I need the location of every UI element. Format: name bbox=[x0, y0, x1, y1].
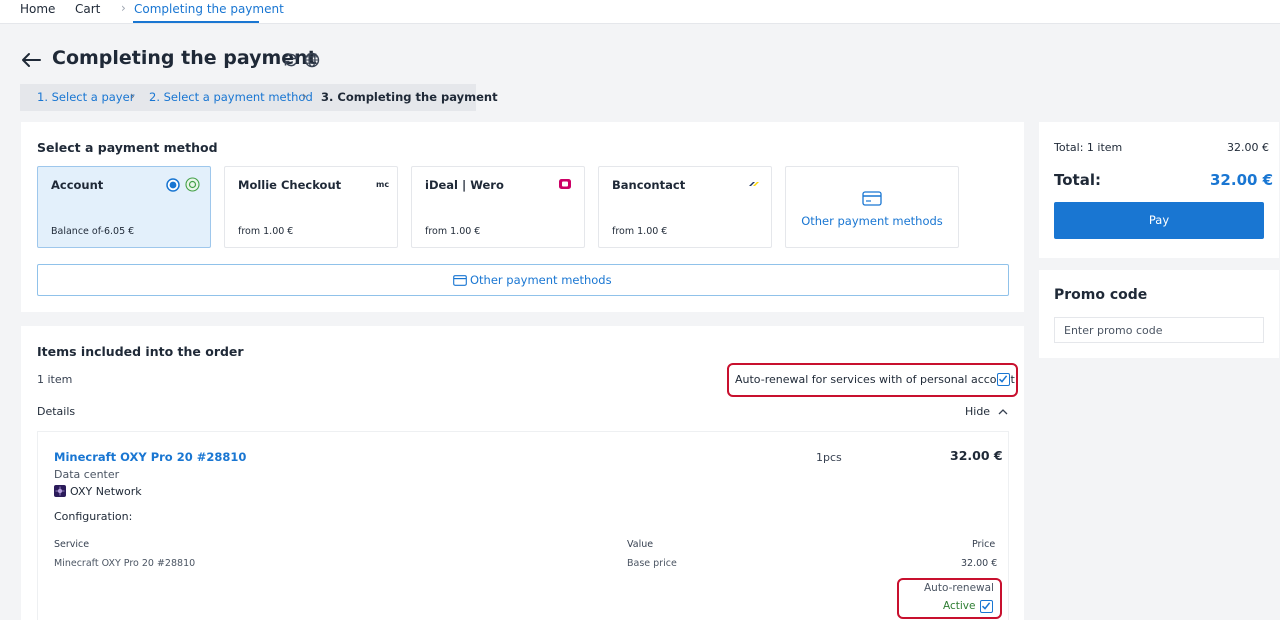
credit-card-icon bbox=[453, 275, 467, 286]
breadcrumb-home-link[interactable]: Home bbox=[20, 2, 55, 16]
checkmark-icon bbox=[998, 375, 1008, 383]
refresh-icon[interactable] bbox=[283, 52, 299, 68]
payment-card-account[interactable]: Account Balance of-6.05 € bbox=[37, 166, 211, 248]
breadcrumb-active-underline bbox=[133, 21, 259, 23]
config-row-value: Base price bbox=[627, 558, 677, 569]
config-header-price: Price bbox=[972, 539, 996, 550]
credit-card-icon bbox=[862, 191, 882, 206]
breadcrumb-cart-link[interactable]: Cart bbox=[75, 2, 100, 16]
auto-renewal-label: Auto-renewal for services with of person… bbox=[735, 373, 1015, 386]
payment-card-min: from 1.00 € bbox=[425, 226, 481, 237]
oxy-network-logo-icon bbox=[54, 485, 66, 497]
auto-renewal-checkbox[interactable] bbox=[997, 373, 1010, 386]
chevron-right-icon: › bbox=[130, 89, 135, 103]
promo-code-panel: Promo code bbox=[1039, 270, 1279, 358]
payment-card-name: iDeal | Wero bbox=[425, 178, 504, 192]
pay-button[interactable]: Pay bbox=[1054, 202, 1264, 239]
page-title: Completing the payment bbox=[52, 47, 317, 69]
order-item-details: Minecraft OXY Pro 20 #28810 1pcs 32.00 €… bbox=[37, 431, 1009, 620]
order-item-price: 32.00 € bbox=[950, 448, 1003, 463]
promo-code-input[interactable] bbox=[1054, 317, 1264, 343]
checkmark-icon bbox=[981, 602, 991, 610]
other-payment-methods-button[interactable]: Other payment methods bbox=[37, 264, 1009, 296]
promo-code-title: Promo code bbox=[1054, 287, 1148, 303]
payment-card-bancontact[interactable]: Bancontact from 1.00 € bbox=[598, 166, 772, 248]
step-completing-payment: 3. Completing the payment bbox=[321, 90, 498, 104]
details-label: Details bbox=[37, 405, 76, 418]
config-row-price: 32.00 € bbox=[961, 558, 998, 569]
order-item-count: 1 item bbox=[37, 373, 73, 386]
other-payment-methods-label: Other payment methods bbox=[470, 273, 612, 287]
payment-card-other-methods[interactable]: Other payment methods bbox=[785, 166, 959, 248]
payment-card-ideal[interactable]: iDeal | Wero from 1.00 € bbox=[411, 166, 585, 248]
breadcrumb-current[interactable]: Completing the payment bbox=[134, 2, 284, 16]
order-item-name-link[interactable]: Minecraft OXY Pro 20 #28810 bbox=[54, 450, 246, 464]
item-auto-renewal-checkbox[interactable] bbox=[980, 600, 993, 613]
item-auto-renewal-status: Active bbox=[943, 600, 976, 612]
payment-card-name: Mollie Checkout bbox=[238, 178, 342, 192]
chevron-up-icon[interactable] bbox=[998, 408, 1008, 415]
summary-total-label: Total: bbox=[1054, 171, 1101, 189]
payment-section-title: Select a payment method bbox=[37, 140, 218, 155]
payment-card-min: from 1.00 € bbox=[238, 226, 294, 237]
order-items-panel: Items included into the order 1 item Aut… bbox=[21, 326, 1024, 620]
config-row-service: Minecraft OXY Pro 20 #28810 bbox=[54, 558, 196, 569]
config-header-value: Value bbox=[627, 539, 654, 550]
summary-items-value: 32.00 € bbox=[1227, 141, 1269, 154]
back-arrow-icon[interactable] bbox=[20, 49, 42, 71]
summary-items-label: Total: 1 item bbox=[1054, 141, 1123, 154]
step-select-payment-method[interactable]: 2. Select a payment method bbox=[149, 90, 313, 104]
data-center-name: OXY Network bbox=[70, 485, 142, 498]
wallet-refresh-icon bbox=[185, 177, 200, 192]
configuration-label: Configuration: bbox=[54, 510, 133, 523]
summary-total-value: 32.00 € bbox=[1210, 171, 1274, 189]
payment-card-mollie[interactable]: Mollie Checkout mc from 1.00 € bbox=[224, 166, 398, 248]
radio-selected-icon[interactable] bbox=[166, 178, 180, 192]
payment-card-min: from 1.00 € bbox=[612, 226, 668, 237]
ideal-logo-icon bbox=[559, 179, 571, 189]
other-methods-card-label: Other payment methods bbox=[801, 214, 943, 228]
breadcrumb: Home Cart › Completing the payment bbox=[0, 0, 1280, 24]
order-item-quantity: 1pcs bbox=[816, 451, 842, 464]
globe-icon[interactable] bbox=[304, 52, 320, 68]
data-center-label: Data center bbox=[54, 468, 120, 481]
order-summary-panel: Total: 1 item 32.00 € Total: 32.00 € Pay bbox=[1039, 122, 1279, 258]
bancontact-logo-icon bbox=[749, 182, 759, 186]
item-auto-renewal-title: Auto-renewal bbox=[924, 582, 994, 594]
payment-method-panel: Select a payment method Account Balance … bbox=[21, 122, 1024, 312]
chevron-right-icon: › bbox=[302, 89, 307, 103]
chevron-right-icon: › bbox=[121, 1, 126, 15]
mollie-logo: mc bbox=[376, 180, 390, 189]
hide-details-toggle[interactable]: Hide bbox=[965, 405, 990, 418]
payment-card-name: Bancontact bbox=[612, 178, 686, 192]
payment-card-balance: Balance of-6.05 € bbox=[51, 226, 135, 237]
step-select-payer[interactable]: 1. Select a payer bbox=[37, 90, 134, 104]
config-header-service: Service bbox=[54, 539, 90, 550]
order-section-title: Items included into the order bbox=[37, 344, 244, 359]
payment-card-name: Account bbox=[51, 178, 104, 192]
checkout-steps: 1. Select a payer › 2. Select a payment … bbox=[20, 84, 498, 111]
